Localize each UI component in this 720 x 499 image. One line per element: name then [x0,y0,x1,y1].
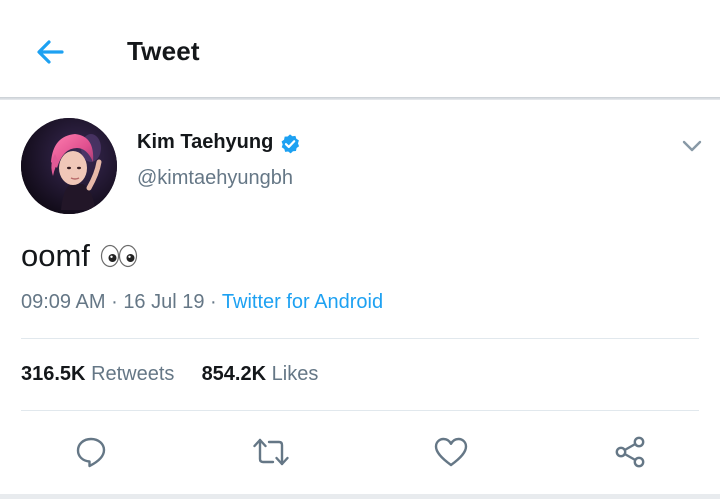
retweet-button[interactable] [251,432,291,472]
divider [21,410,699,411]
reply-button[interactable] [71,432,111,472]
tweet-date: 16 Jul 19 [123,291,205,313]
tweet-stats: 316.5K Retweets 854.2K Likes [21,363,318,386]
likes-label: Likes [271,363,319,385]
divider [21,338,699,339]
likes-count: 854.2K [201,363,267,385]
author-handle[interactable]: @kimtaehyungbh [137,167,293,190]
page-title: Tweet [127,36,200,66]
tweet-time: 09:09 AM [21,291,106,313]
heart-icon [434,437,468,467]
meta-separator: · [111,291,118,313]
top-app-bar: Tweet [0,0,720,98]
retweets-count: 316.5K [21,363,86,385]
retweet-icon [253,438,289,466]
back-button[interactable] [30,32,70,72]
bottom-edge [0,494,720,499]
retweets-label: Retweets [91,363,175,385]
share-icon [615,436,645,468]
tweet-text: oomf [21,238,140,274]
arrow-left-icon [37,40,64,64]
tweet-metadata: 09:09 AM · 16 Jul 19 · Twitter for Andro… [21,291,383,314]
header-divider [0,97,720,100]
share-button[interactable] [610,432,650,472]
meta-separator: · [210,291,217,313]
reply-icon [76,437,106,468]
tweet-source-link[interactable]: Twitter for Android [222,291,383,313]
avatar-image [21,118,117,214]
avatar[interactable] [21,118,117,214]
verified-badge-icon [281,134,300,154]
chevron-down-icon[interactable] [680,134,704,158]
retweets-stat[interactable]: 316.5K Retweets [21,363,174,386]
author-name[interactable]: Kim Taehyung [137,131,273,154]
likes-stat[interactable]: 854.2K Likes [202,363,319,386]
like-button[interactable] [431,432,471,472]
tweet-body: oomf [21,238,90,273]
eyes-emoji-icon [100,244,140,268]
